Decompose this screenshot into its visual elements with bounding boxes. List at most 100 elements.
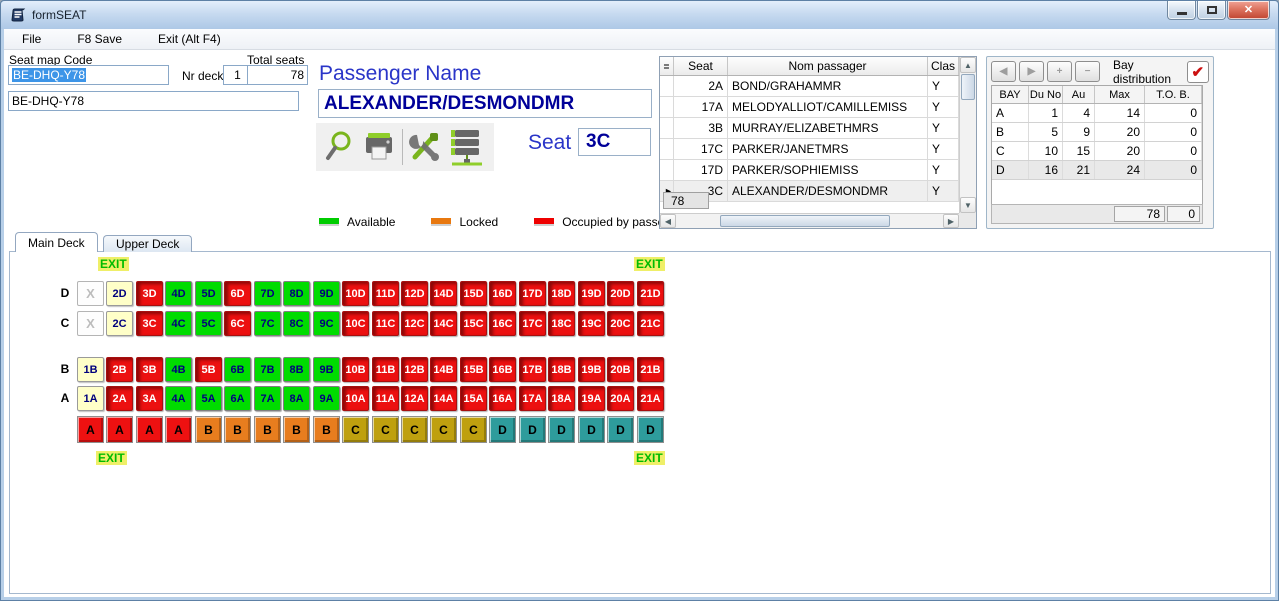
seat-3d[interactable]: 3D (136, 281, 163, 306)
nav-insert-button[interactable]: + (1047, 61, 1072, 82)
seat-14c[interactable]: 14C (430, 311, 457, 336)
passenger-grid-vscrollbar[interactable]: ▲ ▼ (959, 57, 976, 213)
minimize-button[interactable] (1167, 1, 1196, 20)
seat-5d[interactable]: 5D (195, 281, 222, 306)
bay-col-header-du-no[interactable]: Du No (1029, 86, 1063, 103)
seat-12c[interactable]: 12C (401, 311, 428, 336)
seat-21d[interactable]: 21D (637, 281, 664, 306)
seat-9d[interactable]: 9D (313, 281, 340, 306)
seat-3c[interactable]: 3C (136, 311, 163, 336)
seat-14a[interactable]: 14A (430, 386, 457, 411)
tab-upper-deck[interactable]: Upper Deck (103, 235, 192, 252)
bay-row-b[interactable]: B59200 (992, 123, 1202, 142)
total-seats-input[interactable]: 78 (247, 65, 308, 85)
confirm-check-button[interactable]: ✔ (1187, 61, 1209, 83)
bay-row-d[interactable]: D1621240 (992, 161, 1202, 180)
grid-col-header-clas[interactable]: Clas (928, 57, 959, 75)
bay-col-header-max[interactable]: Max (1095, 86, 1145, 103)
seat-18c[interactable]: 18C (548, 311, 575, 336)
tab-main-deck[interactable]: Main Deck (15, 232, 98, 252)
seat-10c[interactable]: 10C (342, 311, 369, 336)
seat-10b[interactable]: 10B (342, 357, 369, 382)
tools-icon[interactable] (406, 126, 446, 168)
seat-18b[interactable]: 18B (548, 357, 575, 382)
seat-3a[interactable]: 3A (136, 386, 163, 411)
table-row[interactable]: 17AMELODYALLIOT/CAMILLEMISSY (660, 97, 959, 118)
scroll-down-icon[interactable]: ▼ (960, 197, 976, 213)
seat-12b[interactable]: 12B (401, 357, 428, 382)
seat-map-code-secondary-input[interactable]: BE-DHQ-Y78 (8, 91, 299, 111)
seat-18a[interactable]: 18A (548, 386, 575, 411)
seat-20d[interactable]: 20D (607, 281, 634, 306)
seat-7b[interactable]: 7B (254, 357, 281, 382)
seat-8a[interactable]: 8A (283, 386, 310, 411)
bay-row-a[interactable]: A14140 (992, 104, 1202, 123)
seat-14d[interactable]: 14D (430, 281, 457, 306)
seat-2a[interactable]: 2A (106, 386, 133, 411)
seat-9a[interactable]: 9A (313, 386, 340, 411)
seat-21b[interactable]: 21B (637, 357, 664, 382)
grid-col-header-seat[interactable]: Seat (674, 57, 728, 75)
passenger-grid-hscrollbar[interactable]: ◀ ▶ (660, 213, 959, 228)
seat-15d[interactable]: 15D (460, 281, 487, 306)
bay-col-header-bay[interactable]: BAY (992, 86, 1029, 103)
seat-2d[interactable]: 2D (106, 281, 133, 306)
seat-16a[interactable]: 16A (489, 386, 516, 411)
passenger-name-input[interactable]: ALEXANDER/DESMONDMR (318, 89, 652, 118)
seat-value-input[interactable]: 3C (578, 128, 651, 156)
seat-20b[interactable]: 20B (607, 357, 634, 382)
seat-map-code-input[interactable]: BE-DHQ-Y78 (8, 65, 169, 85)
seat-19d[interactable]: 19D (578, 281, 605, 306)
seat-11c[interactable]: 11C (372, 311, 399, 336)
seat-18d[interactable]: 18D (548, 281, 575, 306)
seat-1b[interactable]: 1B (77, 357, 104, 382)
maximize-button[interactable] (1197, 1, 1226, 20)
seat-17d[interactable]: 17D (519, 281, 546, 306)
seat-6b[interactable]: 6B (224, 357, 251, 382)
seat-3b[interactable]: 3B (136, 357, 163, 382)
seat-10d[interactable]: 10D (342, 281, 369, 306)
seat-11b[interactable]: 11B (372, 357, 399, 382)
nav-delete-button[interactable]: − (1075, 61, 1100, 82)
server-icon[interactable] (446, 126, 486, 168)
seat-5c[interactable]: 5C (195, 311, 222, 336)
seat-7a[interactable]: 7A (254, 386, 281, 411)
seat-19b[interactable]: 19B (578, 357, 605, 382)
seat-17b[interactable]: 17B (519, 357, 546, 382)
bay-row-c[interactable]: C1015200 (992, 142, 1202, 161)
table-row[interactable]: 17DPARKER/SOPHIEMISSY (660, 160, 959, 181)
seat-4d[interactable]: 4D (165, 281, 192, 306)
grid-col-header-nom-passager[interactable]: Nom passager (728, 57, 928, 75)
seat-20a[interactable]: 20A (607, 386, 634, 411)
grid-corner-icon[interactable]: ≣ (660, 57, 674, 75)
seat-6c[interactable]: 6C (224, 311, 251, 336)
seat-2b[interactable]: 2B (106, 357, 133, 382)
bay-col-header-au[interactable]: Au (1063, 86, 1095, 103)
seat-15a[interactable]: 15A (460, 386, 487, 411)
seat-8b[interactable]: 8B (283, 357, 310, 382)
seat-11d[interactable]: 11D (372, 281, 399, 306)
seat-7c[interactable]: 7C (254, 311, 281, 336)
scroll-up-icon[interactable]: ▲ (960, 57, 976, 73)
seat-11a[interactable]: 11A (372, 386, 399, 411)
seat-21a[interactable]: 21A (637, 386, 664, 411)
seat-14b[interactable]: 14B (430, 357, 457, 382)
seat-15c[interactable]: 15C (460, 311, 487, 336)
seat-5a[interactable]: 5A (195, 386, 222, 411)
seat-5b[interactable]: 5B (195, 357, 222, 382)
table-row[interactable]: 3BMURRAY/ELIZABETHMRSY (660, 118, 959, 139)
seat-8d[interactable]: 8D (283, 281, 310, 306)
seat-15b[interactable]: 15B (460, 357, 487, 382)
print-icon[interactable] (359, 126, 399, 168)
seat-16d[interactable]: 16D (489, 281, 516, 306)
menu-item-exit-alt-f4[interactable]: Exit (Alt F4) (150, 30, 235, 48)
scroll-left-icon[interactable]: ◀ (660, 214, 676, 228)
nav-next-button[interactable]: ▶ (1019, 61, 1044, 82)
seat-17c[interactable]: 17C (519, 311, 546, 336)
nav-prior-button[interactable]: ◀ (991, 61, 1016, 82)
seat-2c[interactable]: 2C (106, 311, 133, 336)
seat-6a[interactable]: 6A (224, 386, 251, 411)
scroll-right-icon[interactable]: ▶ (943, 214, 959, 228)
seat-19c[interactable]: 19C (578, 311, 605, 336)
seat-16b[interactable]: 16B (489, 357, 516, 382)
